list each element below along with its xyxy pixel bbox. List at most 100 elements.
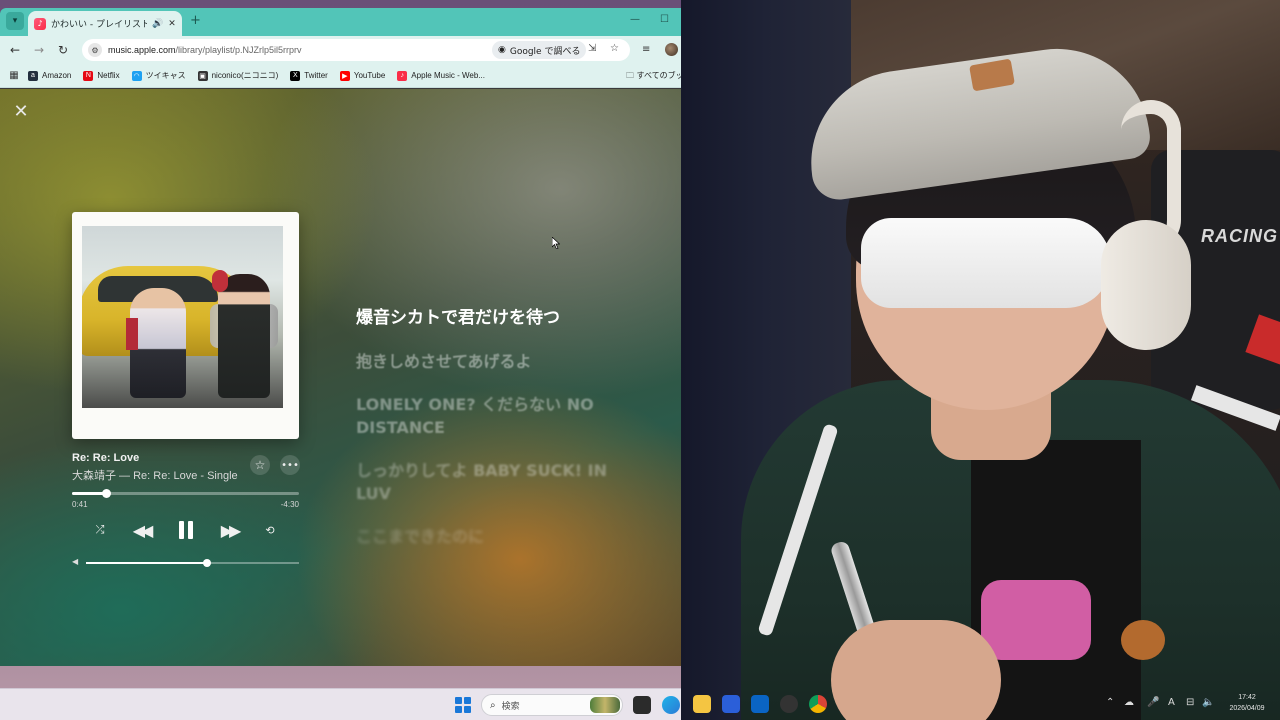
reload-button[interactable]: ↻	[51, 38, 75, 62]
pause-bar-right	[188, 521, 193, 539]
bookmark-label: Apple Music - Web...	[411, 71, 485, 80]
time-remaining: -4:30	[280, 500, 299, 509]
tab-search-button[interactable]: ▾	[6, 12, 24, 30]
network-icon[interactable]: ⊟	[1186, 697, 1194, 708]
chevron-up-icon[interactable]: ⌃	[1106, 697, 1114, 708]
google-lens-chip[interactable]: ◉ Google で調べる	[492, 41, 587, 59]
bookmark-apple-music[interactable]: ♪ Apple Music - Web...	[397, 70, 485, 81]
youtube-icon: ▶	[339, 70, 350, 81]
bookmark-label: Netflix	[97, 71, 120, 80]
back-button[interactable]: ←	[3, 38, 27, 62]
lyric-line-current[interactable]: 爆音シカトで君だけを待つ	[356, 307, 646, 330]
lyric-line[interactable]: LONELY ONE? くだらない NO DISTANCE	[356, 393, 646, 439]
file-explorer-icon[interactable]	[693, 695, 711, 713]
volume-slider[interactable]	[86, 559, 299, 567]
bookmark-label: YouTube	[353, 71, 386, 80]
ime-indicator[interactable]: A	[1168, 697, 1175, 708]
browser-toolbar: ← → ↻ ⚙ music.apple.com/library/playlist…	[0, 36, 681, 64]
forward-button[interactable]: →	[27, 38, 51, 62]
chair-brand-text: RACING	[1201, 226, 1278, 246]
windows-start-icon[interactable]	[455, 697, 471, 713]
mouse-cursor-icon	[552, 237, 560, 249]
profile-avatar[interactable]	[665, 43, 678, 56]
x-icon: X	[290, 70, 301, 81]
progress-knob[interactable]	[102, 489, 112, 498]
url-path: /library/playlist/p.NJZrlp5il5rrprv	[175, 45, 302, 55]
apple-music-icon: ♪	[397, 70, 408, 81]
taskbar-clock[interactable]: 17:42 2026/04/09	[1222, 692, 1272, 714]
start-logo-pane	[455, 697, 462, 704]
favorite-star-icon[interactable]: ☆	[250, 455, 270, 475]
speaker-icon[interactable]: 🔊	[152, 19, 163, 29]
time-elapsed: 0:41	[72, 500, 88, 509]
webcam-feed: RACING	[681, 0, 1280, 720]
playback-progress-bar[interactable]	[72, 489, 299, 498]
chrome-icon[interactable]	[809, 695, 827, 713]
bookmark-twitcasting[interactable]: ◠ ツイキャス	[131, 70, 186, 81]
shirt-print	[981, 580, 1091, 660]
lens-chip-label: Google で調べる	[509, 46, 581, 57]
tab-apple-music[interactable]: ♪ かわいい - プレイリスト - Apple 🔊 ✕	[28, 11, 182, 36]
album-artwork	[72, 212, 299, 439]
lyric-line[interactable]: しっかりしてよ BABY SUCK! IN LUV	[356, 459, 646, 505]
lyrics-panel: 爆音シカトで君だけを待つ 抱きしめさせてあげるよ LONELY ONE? くだら…	[356, 307, 646, 568]
amazon-icon: a	[28, 70, 38, 81]
bookmark-niconico[interactable]: ▣ niconico(ニコニコ)	[197, 70, 278, 81]
address-bar[interactable]: ⚙ music.apple.com/library/playlist/p.NJZ…	[82, 39, 630, 61]
artist-album[interactable]: 大森靖子 — Re: Re: Love - Single	[72, 467, 244, 483]
bookmark-label: Amazon	[42, 71, 72, 80]
more-options-icon[interactable]: •••	[280, 455, 300, 475]
repeat-icon[interactable]: ⟲	[262, 522, 278, 538]
start-logo-pane	[464, 706, 471, 713]
shuffle-icon[interactable]: ⤮	[92, 522, 108, 538]
maximize-icon[interactable]: ☐	[660, 14, 669, 25]
new-tab-button[interactable]: +	[190, 13, 201, 28]
edge-icon[interactable]	[662, 696, 680, 714]
install-app-icon[interactable]: ⇲	[588, 43, 596, 54]
bookmark-youtube[interactable]: ▶ YouTube	[339, 70, 386, 81]
clock-date: 2026/04/09	[1229, 705, 1265, 712]
previous-track-icon[interactable]: ◀◀	[126, 519, 156, 541]
media-controls-icon[interactable]: ≡	[642, 44, 650, 55]
song-title: Re: Re: Love	[72, 452, 140, 464]
close-tab-icon[interactable]: ✕	[168, 19, 176, 29]
lyric-line[interactable]: ここまできたのに	[356, 525, 646, 548]
niconico-icon: ▣	[197, 70, 208, 81]
windows-taskbar: ⌕ 検索	[0, 688, 681, 720]
outlook-icon[interactable]	[751, 695, 769, 713]
taskbar-search-label: 検索	[501, 701, 520, 712]
volume-knob[interactable]	[203, 559, 212, 567]
search-icon: ⌕	[490, 699, 496, 711]
art-person-left	[130, 288, 186, 398]
bookmark-twitter[interactable]: X Twitter	[290, 70, 328, 81]
minimize-icon[interactable]: —	[630, 14, 640, 25]
task-view-icon[interactable]	[633, 696, 651, 714]
volume-icon[interactable]: 🔈	[1202, 697, 1214, 708]
volume-low-icon: ◀	[72, 557, 79, 566]
site-info-icon[interactable]: ⚙	[88, 43, 102, 57]
clock-time: 17:42	[1238, 694, 1256, 701]
all-bookmarks-folder[interactable]: 🗀 すべてのブック	[626, 70, 681, 84]
shirt-logo	[1121, 620, 1165, 660]
pause-bar-left	[179, 521, 184, 539]
headphone-earcup	[1101, 220, 1191, 350]
bookmark-star-icon[interactable]: ☆	[610, 43, 619, 54]
close-player-icon[interactable]: ✕	[12, 103, 30, 121]
lyric-line[interactable]: 抱きしめさせてあげるよ	[356, 350, 646, 373]
next-track-icon[interactable]: ▶▶	[214, 519, 244, 541]
pause-button[interactable]	[174, 517, 198, 543]
store-icon[interactable]	[722, 695, 740, 713]
lens-icon: ◉	[498, 45, 506, 55]
obs-icon[interactable]	[780, 695, 798, 713]
art-person-right	[218, 274, 270, 398]
taskbar-search[interactable]: ⌕ 検索	[481, 694, 623, 716]
volume-fill	[86, 562, 208, 564]
microphone-icon[interactable]: 🎤	[1147, 697, 1159, 708]
progress-fill	[72, 492, 107, 495]
bookmark-netflix[interactable]: N Netflix	[83, 70, 120, 81]
bookmark-label: ツイキャス	[145, 71, 186, 80]
album-art-photo	[82, 226, 283, 408]
cloud-icon[interactable]: ☁	[1124, 697, 1134, 708]
bookmark-amazon[interactable]: a Amazon	[28, 70, 72, 81]
apps-grid-icon[interactable]: ▦	[0, 70, 28, 81]
